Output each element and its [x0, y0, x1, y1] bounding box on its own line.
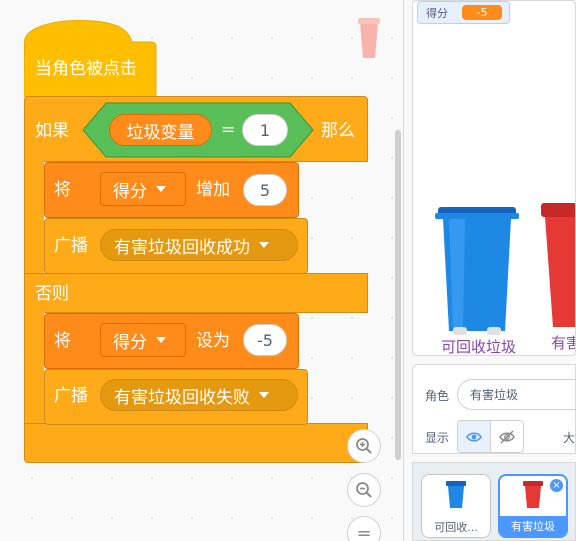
sprite-info-panel: 角色 显示 大 [412, 364, 576, 454]
harmful-bin-sprite[interactable] [541, 195, 576, 335]
sprite-thumb-recyclable[interactable]: 可回收... [421, 474, 491, 538]
stage[interactable]: 得分 -5 可回收垃圾 有害 [412, 0, 576, 356]
if-else-left-arm-2 [24, 311, 44, 425]
if-label: 如果 [35, 121, 69, 141]
delete-sprite-icon[interactable]: × [550, 479, 563, 492]
eye-icon [466, 431, 482, 442]
set-action: 设为 [196, 331, 230, 351]
equals-icon: = [356, 522, 372, 541]
change-variable-name: 得分 [113, 181, 147, 202]
score-variable-monitor[interactable]: 得分 -5 [417, 1, 510, 24]
else-label: 否则 [35, 284, 69, 304]
zoom-in-button[interactable] [347, 429, 381, 463]
zoom-in-icon [356, 438, 372, 454]
if-else-bottom[interactable] [24, 423, 368, 463]
if-else-middle[interactable] [24, 273, 368, 313]
show-label: 显示 [425, 431, 450, 445]
broadcast-fail-message: 有害垃圾回收失败 [114, 387, 250, 408]
sprite-thumb-label: 可回收... [434, 521, 478, 534]
then-label: 那么 [321, 121, 355, 141]
blue-bin-icon [446, 481, 466, 508]
broadcast-success-message: 有害垃圾回收成功 [114, 237, 250, 258]
change-verb: 将 [54, 180, 71, 200]
harmful-bin-label: 有害 [551, 334, 575, 352]
equals-sign: = [221, 120, 236, 140]
size-label: 大 [563, 431, 576, 445]
zoom-reset-button[interactable]: = [347, 516, 381, 541]
sprite-name-input[interactable] [457, 379, 575, 410]
zoom-out-button[interactable] [347, 473, 381, 507]
code-area[interactable]: 当角色被点击 如果 垃圾变量 = 1 那么 将 得分 增加 5 广播 有害垃圾回… [0, 0, 404, 541]
hat-label: 当角色被点击 [35, 59, 137, 79]
variable-reporter[interactable]: 垃圾变量 [109, 114, 212, 146]
dropdown-caret-icon [156, 337, 166, 343]
sprite-ghost-icon [358, 18, 380, 58]
eye-slash-icon [499, 429, 515, 444]
hide-sprite-button[interactable] [490, 420, 524, 453]
set-variable-name: 得分 [113, 332, 147, 353]
variable-reporter-label: 垃圾变量 [126, 122, 195, 143]
zoom-out-icon [356, 482, 372, 498]
when-sprite-clicked-hat-block[interactable]: 当角色被点击 [24, 20, 157, 99]
broadcast-verb-1: 广播 [54, 236, 88, 256]
sprite-thumb-harmful[interactable]: × 有害垃圾 [498, 474, 568, 538]
sprite-thumb-label: 有害垃圾 [500, 516, 566, 536]
broadcast-success-message-dropdown[interactable]: 有害垃圾回收成功 [100, 229, 298, 261]
set-verb: 将 [54, 331, 71, 351]
show-sprite-button[interactable] [457, 420, 491, 453]
change-value-input[interactable]: 5 [243, 174, 287, 206]
change-variable-dropdown[interactable]: 得分 [100, 172, 186, 206]
compare-value-input[interactable]: 1 [242, 114, 288, 146]
recyclable-bin-sprite[interactable] [435, 199, 519, 339]
red-bin-icon [523, 481, 543, 508]
monitor-value: -5 [462, 5, 502, 20]
dropdown-caret-icon [156, 186, 166, 192]
code-scrollbar[interactable] [395, 130, 401, 460]
set-variable-dropdown[interactable]: 得分 [100, 323, 186, 357]
sprite-name-label: 角色 [425, 389, 450, 403]
dropdown-caret-icon [259, 242, 269, 248]
if-else-left-arm-1 [24, 160, 44, 274]
broadcast-fail-message-dropdown[interactable]: 有害垃圾回收失败 [100, 379, 298, 411]
change-action: 增加 [196, 180, 230, 200]
monitor-label: 得分 [426, 6, 448, 20]
set-value-input[interactable]: -5 [243, 324, 287, 356]
broadcast-verb-2: 广播 [54, 386, 88, 406]
sprite-list: 可回收... × 有害垃圾 [412, 462, 576, 541]
dropdown-caret-icon [259, 392, 269, 398]
recyclable-bin-label: 可回收垃圾 [441, 338, 517, 356]
